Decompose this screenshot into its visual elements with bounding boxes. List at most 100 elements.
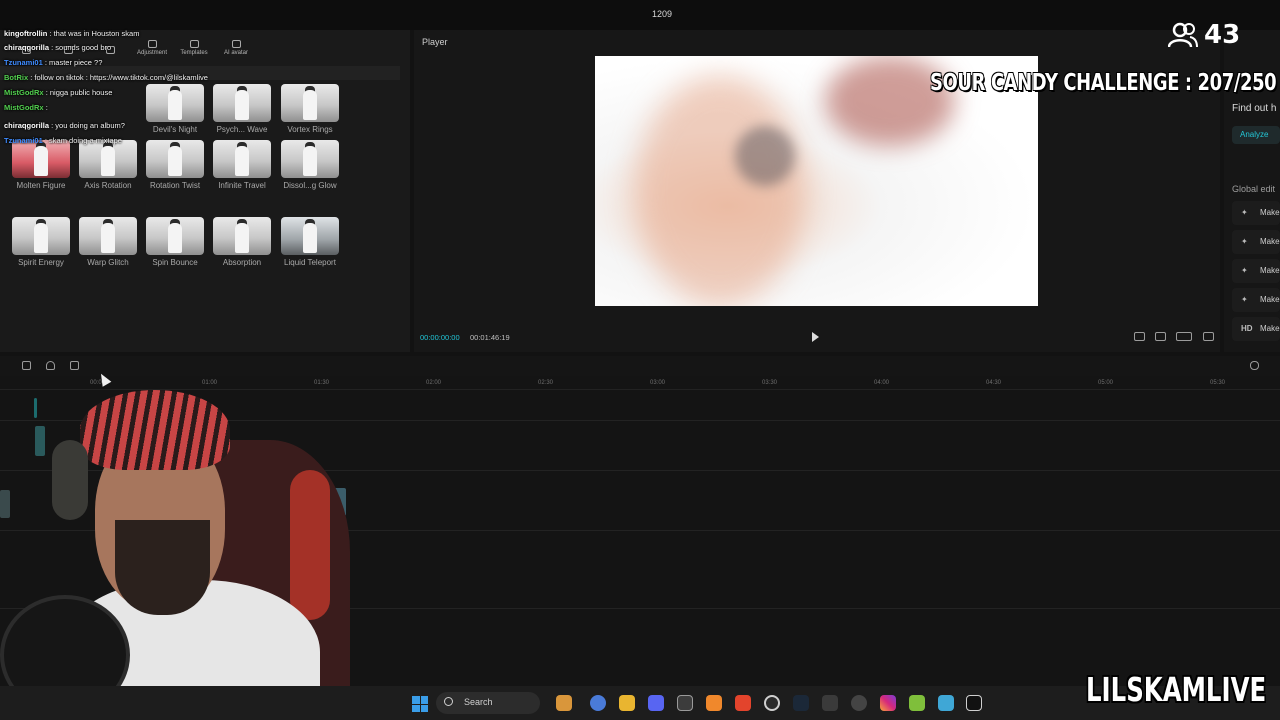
bluestacks-icon[interactable] (909, 695, 925, 711)
chat-text: : (45, 103, 48, 112)
fullscreen-view-icon[interactable] (1134, 332, 1145, 341)
4k-icon[interactable] (851, 695, 867, 711)
settings-icon[interactable] (822, 695, 838, 711)
channel-name: LILSKAMLIVE (1086, 670, 1267, 709)
widgets-icon[interactable] (556, 695, 572, 711)
beard (115, 520, 210, 615)
chair-accent (290, 470, 330, 620)
chat-username: MistGodRx (4, 103, 44, 112)
right-panel-item-label: Make (1260, 324, 1280, 333)
steam-icon[interactable] (793, 695, 809, 711)
effect-thumbnail (213, 217, 271, 255)
viewer-count: 43 (1168, 20, 1240, 50)
effect-label: Axis Rotation (84, 181, 132, 190)
magic-wand-icon: ✦ (1241, 208, 1248, 217)
timeline-tick-label: 04:00 (874, 380, 890, 386)
timeline-tick-label: 04:30 (986, 380, 1002, 386)
split-icon[interactable] (70, 361, 79, 370)
notepad-icon[interactable] (938, 695, 954, 711)
chat-message: Tzunami01 : master piece ?? (4, 58, 102, 67)
expand-icon[interactable] (1203, 332, 1214, 341)
video-blur-logo (735, 126, 795, 186)
current-time: 00:00:00:00 (420, 333, 460, 342)
player-label: Player (422, 37, 448, 47)
chat-text: : you doing an album? (51, 121, 125, 130)
timeline-tick-label: 05:00 (1098, 380, 1114, 386)
shield-icon[interactable] (46, 361, 55, 370)
total-time: 00:01:46:19 (470, 333, 510, 342)
chat-message: BotRix : follow on tiktok : https://www.… (4, 73, 208, 82)
ratio-icon[interactable] (1176, 332, 1192, 341)
effect-label: Dissol...g Glow (283, 181, 337, 190)
chat-message: Tzunami01 : skam doing a mixtape (4, 136, 122, 145)
chat-message: MistGodRx : (4, 103, 48, 112)
users-icon (1168, 22, 1198, 48)
chat-text: : sounds good bro (51, 43, 112, 52)
effect-thumbnail (12, 217, 70, 255)
play-icon[interactable] (812, 332, 819, 342)
effect-tile[interactable]: Liquid Teleport (281, 217, 339, 275)
right-panel-item-label: Make (1260, 208, 1280, 217)
headphones (52, 440, 88, 520)
right-panel-heading: Find out h (1232, 103, 1277, 114)
challenge-overlay: SOUR CANDY CHALLENGE : 207/250 (930, 70, 1277, 96)
viewer-count-value: 43 (1204, 20, 1241, 50)
analyze-button[interactable]: Analyze (1232, 126, 1280, 144)
effect-label: Warp Glitch (87, 258, 129, 267)
obs-icon[interactable] (764, 695, 780, 711)
braided-hair (80, 390, 230, 470)
crop-icon[interactable] (1155, 332, 1166, 341)
windows-start-icon[interactable] (412, 696, 428, 712)
brave-icon[interactable] (735, 695, 751, 711)
instagram-icon[interactable] (880, 695, 896, 711)
timeline-tick-label: 05:30 (1210, 380, 1226, 386)
microphone-icon[interactable] (1250, 361, 1259, 370)
right-panel-item-label: Make (1260, 266, 1280, 275)
effect-label: Rotation Twist (149, 181, 201, 190)
right-panel-item[interactable]: ✦ Make (1232, 288, 1280, 312)
audio-wave-icon: ✦ (1241, 295, 1248, 304)
color-icon: ✦ (1241, 237, 1248, 246)
right-panel-item[interactable]: ✦ Make (1232, 201, 1280, 225)
timeline-toolbar (0, 356, 1280, 376)
effect-tile[interactable]: Warp Glitch (79, 217, 137, 275)
discord-icon[interactable] (648, 695, 664, 711)
store-icon[interactable] (677, 695, 693, 711)
hd-icon: HD (1241, 324, 1253, 333)
right-panel-item[interactable]: ✦ Make (1232, 230, 1280, 254)
right-panel-item[interactable]: HD Make (1232, 317, 1280, 341)
right-panel-item[interactable]: ✦ Make (1232, 259, 1280, 283)
delete-icon[interactable] (22, 361, 31, 370)
right-panel-item-label: Make (1260, 237, 1280, 246)
timeline-tick-label: 03:00 (650, 380, 666, 386)
chat-text: : skam doing a mixtape (44, 136, 122, 145)
chat-overlay: kingoftrollin : that was in Houston skam… (0, 0, 400, 150)
effect-label: Spirit Energy (18, 258, 64, 267)
effect-label: Liquid Teleport (284, 258, 336, 267)
chat-text: : that was in Houston skam (49, 29, 140, 38)
chat-username: Tzunami01 (4, 136, 43, 145)
copilot-icon[interactable] (590, 695, 606, 711)
chat-username: Tzunami01 (4, 58, 43, 67)
chat-username: chiraqgorilla (4, 121, 50, 130)
global-edit-label: Global edit (1232, 184, 1276, 194)
sliders-icon: ✦ (1241, 266, 1248, 275)
video-blur-hand (635, 76, 805, 306)
chat-message: chiraqgorilla : you doing an album? (4, 121, 125, 130)
effect-tile[interactable]: Spirit Energy (12, 217, 70, 275)
effect-thumbnail (146, 217, 204, 255)
chat-username: MistGodRx (4, 88, 44, 97)
chat-text: : follow on tiktok : https://www.tiktok.… (30, 73, 208, 82)
effect-label: Molten Figure (16, 181, 66, 190)
timeline-tick-label: 03:30 (762, 380, 778, 386)
app-icon[interactable] (706, 695, 722, 711)
capcut-icon[interactable] (966, 695, 982, 711)
effect-tile[interactable]: Spin Bounce (146, 217, 204, 275)
timeline-tick-label: 02:00 (426, 380, 442, 386)
file-explorer-icon[interactable] (619, 695, 635, 711)
webcam-overlay: PREME (0, 380, 380, 720)
effect-tile[interactable]: Absorption (213, 217, 271, 275)
project-title: 1209 (651, 9, 673, 19)
effect-label: Absorption (222, 258, 262, 267)
right-panel-item-label: Make (1260, 295, 1280, 304)
